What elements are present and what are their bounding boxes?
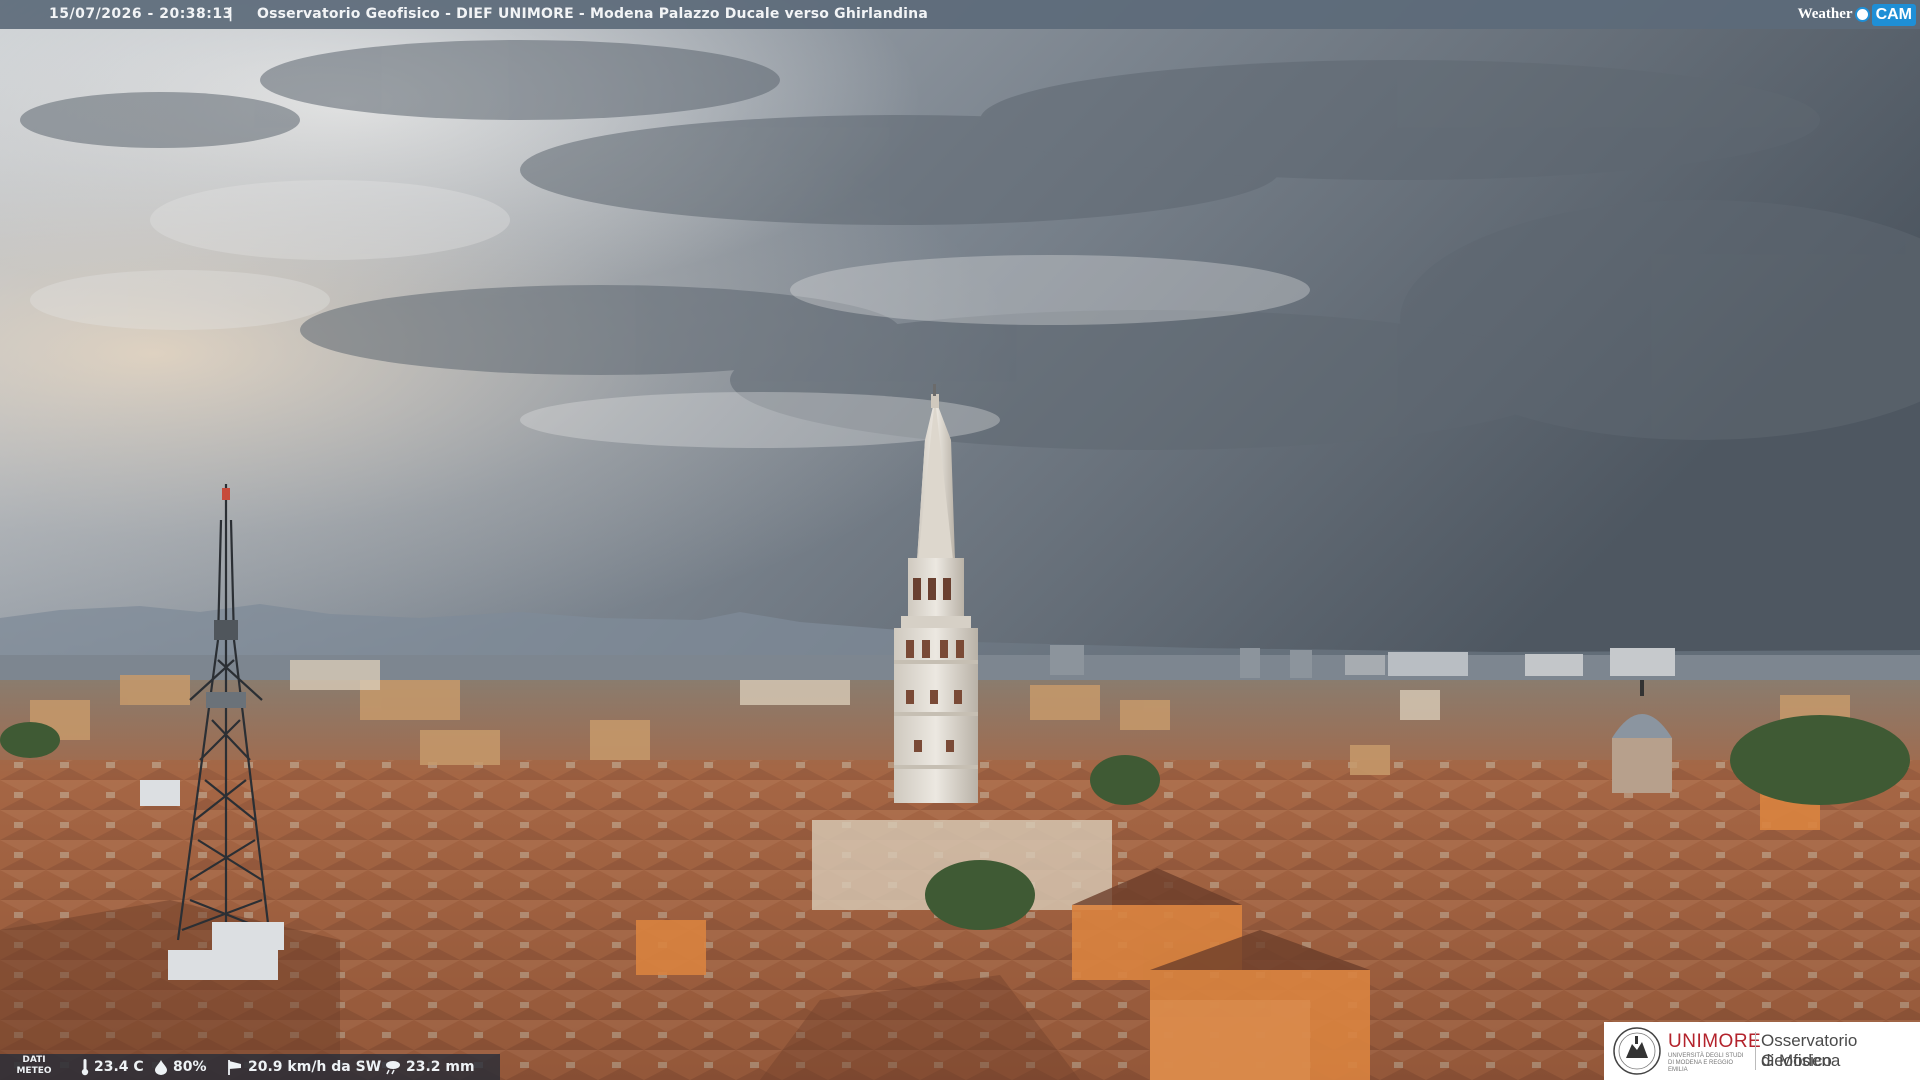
wind-value: 20.9 km/h da SW	[248, 1059, 382, 1075]
rain-icon	[386, 1061, 400, 1075]
timestamp: 15/07/2026 - 20:38:13	[49, 6, 233, 22]
top-overlay-bar: 15/07/2026 - 20:38:13 | Osservatorio Geo…	[0, 0, 1920, 29]
weathercam-logo: Weather CAM	[1798, 3, 1916, 26]
rain-reading: 23.2 mm	[384, 1054, 475, 1080]
droplet-icon	[155, 1060, 167, 1075]
thermometer-icon	[81, 1059, 89, 1076]
unimore-seal-icon	[1613, 1027, 1661, 1075]
camera-title: Osservatorio Geofisico - DIEF UNIMORE - …	[257, 6, 928, 22]
weathercam-logo-weather: Weather	[1797, 6, 1853, 22]
weather-data-bar: DATI METEO 23.4 C 80% 20.9 km/h da SW 23…	[0, 1054, 500, 1080]
weather-data-label-line2: METEO	[16, 1066, 52, 1076]
weathercam-logo-dot-icon	[1854, 7, 1870, 22]
webcam-scene	[0, 0, 1920, 1080]
observatory-name-line2: di Modena	[1761, 1051, 1841, 1070]
weathercam-logo-cam: CAM	[1871, 3, 1916, 26]
title-separator: |	[228, 6, 234, 22]
unimore-logo-box: UNIMORE UNIVERSITÀ DEGLI STUDI DI MODENA…	[1604, 1022, 1920, 1080]
wind-reading: 20.9 km/h da SW	[226, 1054, 381, 1080]
weather-data-label: DATI METEO	[14, 1055, 54, 1077]
rain-value: 23.2 mm	[406, 1059, 475, 1075]
unimore-subtitle: UNIVERSITÀ DEGLI STUDI DI MODENA E REGGI…	[1668, 1053, 1744, 1073]
weather-data-label-line1: DATI	[22, 1055, 46, 1065]
temperature-value: 23.4 C	[94, 1059, 144, 1075]
logo-divider	[1755, 1032, 1756, 1070]
humidity-reading: 80%	[153, 1054, 207, 1080]
humidity-value: 80%	[173, 1059, 207, 1075]
unimore-name: UNIMORE	[1668, 1031, 1762, 1052]
temperature-reading: 23.4 C	[80, 1054, 144, 1080]
wind-sock-icon	[228, 1060, 241, 1075]
